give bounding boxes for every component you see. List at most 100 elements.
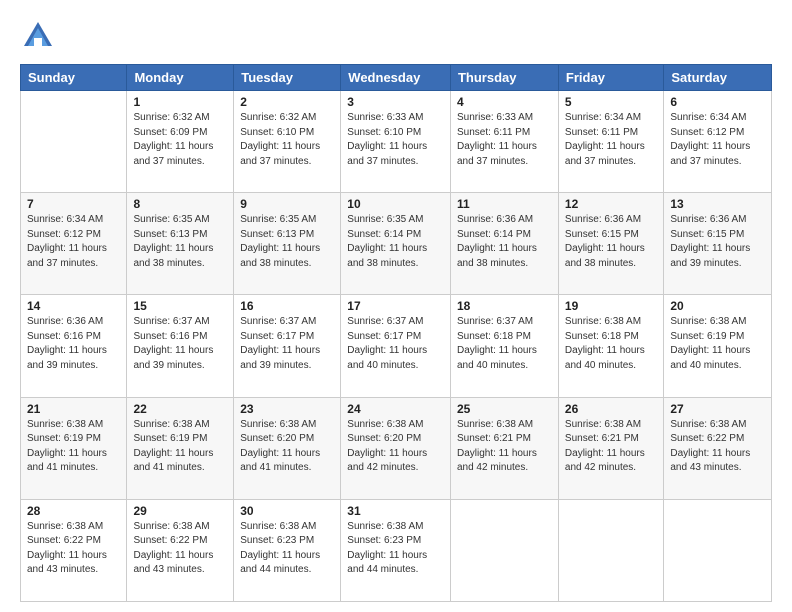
day-info: Sunrise: 6:38 AM Sunset: 6:19 PM Dayligh… bbox=[27, 418, 120, 476]
calendar-cell: 17 Sunrise: 6:37 AM Sunset: 6:17 PM Dayli… bbox=[341, 295, 451, 397]
calendar-cell bbox=[664, 499, 772, 601]
day-info: Sunrise: 6:35 AM Sunset: 6:13 PM Dayligh… bbox=[240, 213, 334, 271]
calendar-cell: 30 Sunrise: 6:38 AM Sunset: 6:23 PM Dayli… bbox=[234, 499, 341, 601]
day-info: Sunrise: 6:36 AM Sunset: 6:16 PM Dayligh… bbox=[27, 315, 120, 373]
weekday-header-saturday: Saturday bbox=[664, 65, 772, 91]
day-info: Sunrise: 6:33 AM Sunset: 6:10 PM Dayligh… bbox=[347, 111, 444, 169]
day-number: 6 bbox=[670, 95, 765, 109]
calendar-cell: 26 Sunrise: 6:38 AM Sunset: 6:21 PM Dayli… bbox=[558, 397, 663, 499]
header bbox=[20, 18, 772, 54]
day-info: Sunrise: 6:38 AM Sunset: 6:23 PM Dayligh… bbox=[240, 520, 334, 578]
calendar-cell bbox=[450, 499, 558, 601]
day-info: Sunrise: 6:38 AM Sunset: 6:23 PM Dayligh… bbox=[347, 520, 444, 578]
logo-icon bbox=[20, 18, 56, 54]
calendar-cell: 7 Sunrise: 6:34 AM Sunset: 6:12 PM Daylig… bbox=[21, 193, 127, 295]
weekday-header-thursday: Thursday bbox=[450, 65, 558, 91]
day-number: 26 bbox=[565, 402, 657, 416]
calendar-cell: 10Sunrise: 6:35 AM Sunset: 6:14 PM Dayli… bbox=[341, 193, 451, 295]
calendar-week-4: 21 Sunrise: 6:38 AM Sunset: 6:19 PM Dayli… bbox=[21, 397, 772, 499]
day-info: Sunrise: 6:38 AM Sunset: 6:22 PM Dayligh… bbox=[133, 520, 227, 578]
day-info: Sunrise: 6:38 AM Sunset: 6:20 PM Dayligh… bbox=[240, 418, 334, 476]
calendar-cell: 3 Sunrise: 6:33 AM Sunset: 6:10 PM Daylig… bbox=[341, 91, 451, 193]
calendar-week-1: 1 Sunrise: 6:32 AM Sunset: 6:09 PM Daylig… bbox=[21, 91, 772, 193]
calendar-body: 1 Sunrise: 6:32 AM Sunset: 6:09 PM Daylig… bbox=[21, 91, 772, 602]
page: SundayMondayTuesdayWednesdayThursdayFrid… bbox=[0, 0, 792, 612]
day-info: Sunrise: 6:37 AM Sunset: 6:18 PM Dayligh… bbox=[457, 315, 552, 373]
calendar-cell: 29 Sunrise: 6:38 AM Sunset: 6:22 PM Dayli… bbox=[127, 499, 234, 601]
weekday-header-tuesday: Tuesday bbox=[234, 65, 341, 91]
calendar-cell: 18Sunrise: 6:37 AM Sunset: 6:18 PM Dayli… bbox=[450, 295, 558, 397]
day-number: 21 bbox=[27, 402, 120, 416]
calendar-cell: 15 Sunrise: 6:37 AM Sunset: 6:16 PM Dayli… bbox=[127, 295, 234, 397]
day-number: 25 bbox=[457, 402, 552, 416]
day-info: Sunrise: 6:37 AM Sunset: 6:17 PM Dayligh… bbox=[240, 315, 334, 373]
day-number: 30 bbox=[240, 504, 334, 518]
day-number: 15 bbox=[133, 299, 227, 313]
day-number: 1 bbox=[133, 95, 227, 109]
day-number: 3 bbox=[347, 95, 444, 109]
day-info: Sunrise: 6:37 AM Sunset: 6:16 PM Dayligh… bbox=[133, 315, 227, 373]
calendar-cell: 4 Sunrise: 6:33 AM Sunset: 6:11 PM Daylig… bbox=[450, 91, 558, 193]
calendar-cell: 9Sunrise: 6:35 AM Sunset: 6:13 PM Daylig… bbox=[234, 193, 341, 295]
day-number: 13 bbox=[670, 197, 765, 211]
calendar-cell: 16Sunrise: 6:37 AM Sunset: 6:17 PM Dayli… bbox=[234, 295, 341, 397]
day-info: Sunrise: 6:38 AM Sunset: 6:21 PM Dayligh… bbox=[565, 418, 657, 476]
day-info: Sunrise: 6:38 AM Sunset: 6:19 PM Dayligh… bbox=[133, 418, 227, 476]
day-info: Sunrise: 6:36 AM Sunset: 6:14 PM Dayligh… bbox=[457, 213, 552, 271]
day-number: 23 bbox=[240, 402, 334, 416]
day-number: 17 bbox=[347, 299, 444, 313]
calendar-cell: 20 Sunrise: 6:38 AM Sunset: 6:19 PM Dayli… bbox=[664, 295, 772, 397]
day-number: 4 bbox=[457, 95, 552, 109]
day-number: 29 bbox=[133, 504, 227, 518]
day-info: Sunrise: 6:37 AM Sunset: 6:17 PM Dayligh… bbox=[347, 315, 444, 373]
day-info: Sunrise: 6:38 AM Sunset: 6:18 PM Dayligh… bbox=[565, 315, 657, 373]
day-info: Sunrise: 6:32 AM Sunset: 6:09 PM Dayligh… bbox=[133, 111, 227, 169]
day-info: Sunrise: 6:38 AM Sunset: 6:20 PM Dayligh… bbox=[347, 418, 444, 476]
calendar-cell bbox=[21, 91, 127, 193]
calendar-cell: 12Sunrise: 6:36 AM Sunset: 6:15 PM Dayli… bbox=[558, 193, 663, 295]
day-info: Sunrise: 6:35 AM Sunset: 6:13 PM Dayligh… bbox=[133, 213, 227, 271]
day-number: 11 bbox=[457, 197, 552, 211]
calendar-week-2: 7 Sunrise: 6:34 AM Sunset: 6:12 PM Daylig… bbox=[21, 193, 772, 295]
calendar-cell: 22 Sunrise: 6:38 AM Sunset: 6:19 PM Dayli… bbox=[127, 397, 234, 499]
calendar-cell: 2 Sunrise: 6:32 AM Sunset: 6:10 PM Daylig… bbox=[234, 91, 341, 193]
calendar-cell bbox=[558, 499, 663, 601]
calendar-header-row: SundayMondayTuesdayWednesdayThursdayFrid… bbox=[21, 65, 772, 91]
calendar-cell: 21 Sunrise: 6:38 AM Sunset: 6:19 PM Dayli… bbox=[21, 397, 127, 499]
day-number: 31 bbox=[347, 504, 444, 518]
day-info: Sunrise: 6:36 AM Sunset: 6:15 PM Dayligh… bbox=[565, 213, 657, 271]
calendar-cell: 24Sunrise: 6:38 AM Sunset: 6:20 PM Dayli… bbox=[341, 397, 451, 499]
calendar-cell: 5Sunrise: 6:34 AM Sunset: 6:11 PM Daylig… bbox=[558, 91, 663, 193]
day-info: Sunrise: 6:34 AM Sunset: 6:11 PM Dayligh… bbox=[565, 111, 657, 169]
day-info: Sunrise: 6:38 AM Sunset: 6:22 PM Dayligh… bbox=[670, 418, 765, 476]
day-number: 7 bbox=[27, 197, 120, 211]
day-info: Sunrise: 6:35 AM Sunset: 6:14 PM Dayligh… bbox=[347, 213, 444, 271]
calendar-cell: 6Sunrise: 6:34 AM Sunset: 6:12 PM Daylig… bbox=[664, 91, 772, 193]
weekday-header-sunday: Sunday bbox=[21, 65, 127, 91]
day-number: 20 bbox=[670, 299, 765, 313]
calendar-week-5: 28 Sunrise: 6:38 AM Sunset: 6:22 PM Dayli… bbox=[21, 499, 772, 601]
day-number: 27 bbox=[670, 402, 765, 416]
day-number: 2 bbox=[240, 95, 334, 109]
logo bbox=[20, 18, 60, 54]
calendar-cell: 19Sunrise: 6:38 AM Sunset: 6:18 PM Dayli… bbox=[558, 295, 663, 397]
day-info: Sunrise: 6:36 AM Sunset: 6:15 PM Dayligh… bbox=[670, 213, 765, 271]
day-number: 14 bbox=[27, 299, 120, 313]
day-info: Sunrise: 6:33 AM Sunset: 6:11 PM Dayligh… bbox=[457, 111, 552, 169]
calendar-cell: 25Sunrise: 6:38 AM Sunset: 6:21 PM Dayli… bbox=[450, 397, 558, 499]
day-number: 22 bbox=[133, 402, 227, 416]
weekday-header-monday: Monday bbox=[127, 65, 234, 91]
day-number: 28 bbox=[27, 504, 120, 518]
calendar-cell: 1 Sunrise: 6:32 AM Sunset: 6:09 PM Daylig… bbox=[127, 91, 234, 193]
day-info: Sunrise: 6:38 AM Sunset: 6:19 PM Dayligh… bbox=[670, 315, 765, 373]
calendar-table: SundayMondayTuesdayWednesdayThursdayFrid… bbox=[20, 64, 772, 602]
calendar-cell: 8Sunrise: 6:35 AM Sunset: 6:13 PM Daylig… bbox=[127, 193, 234, 295]
weekday-header-friday: Friday bbox=[558, 65, 663, 91]
calendar-cell: 11 Sunrise: 6:36 AM Sunset: 6:14 PM Dayli… bbox=[450, 193, 558, 295]
weekday-header-wednesday: Wednesday bbox=[341, 65, 451, 91]
day-info: Sunrise: 6:34 AM Sunset: 6:12 PM Dayligh… bbox=[27, 213, 120, 271]
calendar-cell: 13 Sunrise: 6:36 AM Sunset: 6:15 PM Dayli… bbox=[664, 193, 772, 295]
calendar-cell: 28Sunrise: 6:38 AM Sunset: 6:22 PM Dayli… bbox=[21, 499, 127, 601]
day-info: Sunrise: 6:32 AM Sunset: 6:10 PM Dayligh… bbox=[240, 111, 334, 169]
calendar-cell: 27 Sunrise: 6:38 AM Sunset: 6:22 PM Dayli… bbox=[664, 397, 772, 499]
